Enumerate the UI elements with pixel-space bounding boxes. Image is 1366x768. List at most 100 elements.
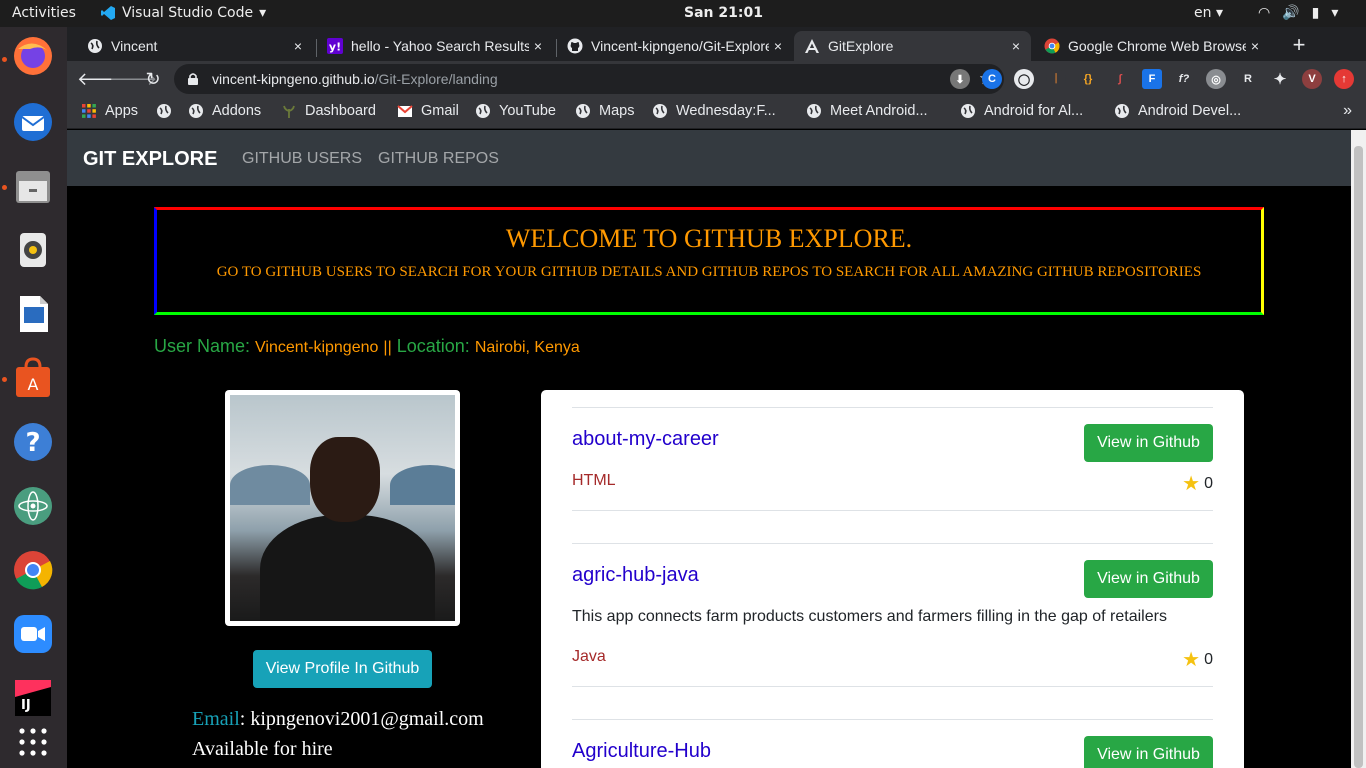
repo-list-card: about-my-career View in Github HTML ★ 0 a… [541,390,1244,768]
app-name: Visual Studio Code [122,5,254,21]
profile-avatar[interactable]: V [1302,69,1322,89]
tab-vincent[interactable]: Vincent × [77,31,313,61]
show-apps-icon[interactable] [10,719,56,765]
star-icon: ★ [1182,473,1201,495]
circle-extension-icon[interactable]: ◯ [1014,69,1034,89]
close-icon[interactable]: × [1007,38,1025,54]
bookmark-label: Android for Al... [984,103,1084,119]
svg-text:IJ: IJ [21,698,31,713]
battery-icon: ▮ [1311,5,1320,21]
tab-title: Vincent [111,38,158,54]
divider [572,719,1213,720]
gmail-icon [397,105,413,117]
app-menu[interactable]: Visual Studio Code ▾ [100,5,266,21]
bookmarks-overflow-button[interactable]: » [1343,102,1352,120]
font-extension-icon[interactable]: f? [1174,69,1194,89]
email-line: Email: kipngenovi2001@gmail.com [192,708,484,731]
repo-item: about-my-career View in Github HTML ★ 0 [572,407,1213,527]
scrollbar-thumb[interactable] [1354,146,1363,768]
welcome-title: WELCOME TO GITHUB EXPLORE. [505,224,913,253]
tab-title: GitExplore [828,38,894,54]
repo-name[interactable]: Agriculture-Hub [572,740,711,763]
activities-button[interactable]: Activities [12,5,76,21]
page-scrollbar[interactable] [1351,130,1366,768]
help-icon[interactable]: ? [10,419,56,465]
bookmark-gmail[interactable]: Gmail [397,103,459,119]
puzzle-icon[interactable]: ✦ [1270,69,1290,89]
reload-button[interactable]: ↻ [141,67,165,91]
bookmark-label: Gmail [421,103,459,119]
globe-icon [189,104,203,118]
close-icon[interactable]: × [289,38,307,54]
rhythmbox-icon[interactable] [10,227,56,273]
divider [572,407,1213,408]
bookmark-youtube[interactable]: YouTube [475,103,556,119]
repo-language: HTML [572,472,616,489]
bookmark-meet-android[interactable]: Meet Android... [806,103,928,119]
tab-yahoo[interactable]: y! hello - Yahoo Search Results × [317,31,553,61]
c-extension-icon[interactable]: C [982,69,1002,89]
language-indicator[interactable]: en ▾ [1194,5,1223,21]
libreoffice-writer-icon[interactable] [10,291,56,337]
view-in-github-button[interactable]: View in Github [1084,736,1213,768]
flame-extension-icon[interactable]: ᛁ [1046,69,1066,89]
repo-item: agric-hub-java View in Github This app c… [572,543,1213,688]
globe-icon [476,104,490,118]
close-icon[interactable]: × [529,38,547,54]
system-menu[interactable]: ◠ 🔊 ▮ ▾ [1258,5,1338,21]
globe-icon [88,39,102,53]
user-name-label: User Name: [154,336,251,356]
nav-github-repos[interactable]: GITHUB REPOS [378,150,499,168]
pattern-extension-icon[interactable]: ◎ [1206,69,1226,89]
bookmark-maps[interactable]: Maps [575,103,634,119]
update-icon[interactable]: ↑ [1334,69,1354,89]
repo-name[interactable]: agric-hub-java [572,564,699,587]
nav-github-users[interactable]: GITHUB USERS [242,150,362,168]
firefox-icon[interactable] [10,33,56,79]
thunderbird-icon[interactable] [10,99,56,145]
intellij-icon[interactable]: IJ [10,675,56,721]
forward-button[interactable]: 🡒 [109,67,157,91]
new-tab-button[interactable]: + [1285,31,1313,59]
chevron-down-icon: ▾ [1331,5,1339,21]
bookmark-dashboard[interactable]: Dashboard [281,103,376,119]
f-extension-icon[interactable]: F [1142,69,1162,89]
bookmark-addons[interactable]: Addons [188,103,261,119]
site-brand[interactable]: GIT EXPLORE [83,148,217,171]
view-in-github-button[interactable]: View in Github [1084,424,1213,462]
bookmark-android-for-all[interactable]: Android for Al... [960,103,1083,119]
atom-icon[interactable] [10,483,56,529]
bookmark-label: Meet Android... [830,103,928,119]
running-indicator [2,57,7,62]
tab-chrome-web-browser[interactable]: Google Chrome Web Browser × [1034,31,1270,61]
zoom-icon[interactable] [10,611,56,657]
back-button[interactable]: 🡐 [77,67,125,91]
bookmark-android-devel[interactable]: Android Devel... [1114,103,1241,119]
divider [572,510,1213,511]
bookmark-globe[interactable] [156,103,180,119]
globe-icon [807,104,821,118]
tab-github-repo[interactable]: Vincent-kipngeno/Git-Explore × [557,31,793,61]
close-icon[interactable]: × [1246,38,1264,54]
address-bar[interactable]: vincent-kipngeno.github.io/Git-Explore/l… [174,64,1004,94]
angular-icon [805,39,819,53]
view-profile-button[interactable]: View Profile In Github [253,650,432,688]
close-icon[interactable]: × [769,38,787,54]
files-icon[interactable] [10,163,56,209]
r-extension-icon[interactable]: R [1238,69,1258,89]
tab-gitexplore[interactable]: GitExplore × [794,31,1031,61]
svg-text:?: ? [25,428,40,458]
availability-text: Available for hire [192,738,333,760]
view-in-github-button[interactable]: View in Github [1084,560,1213,598]
tab-strip: Vincent × y! hello - Yahoo Search Result… [67,27,1366,61]
clock[interactable]: San 21:01 [684,5,763,21]
bookmark-wednesday[interactable]: Wednesday:F... [652,103,776,119]
bookmark-apps[interactable]: Apps [81,103,138,119]
software-center-icon[interactable]: A [10,355,56,401]
download-extension-icon[interactable]: ⬇ [950,69,970,89]
user-info-line: User Name: Vincent-kipngeno || Location:… [154,336,580,357]
repo-name[interactable]: about-my-career [572,428,719,451]
json-extension-icon[interactable]: {} [1078,69,1098,89]
script-extension-icon[interactable]: ∫ [1110,69,1130,89]
chrome-icon[interactable] [10,547,56,593]
